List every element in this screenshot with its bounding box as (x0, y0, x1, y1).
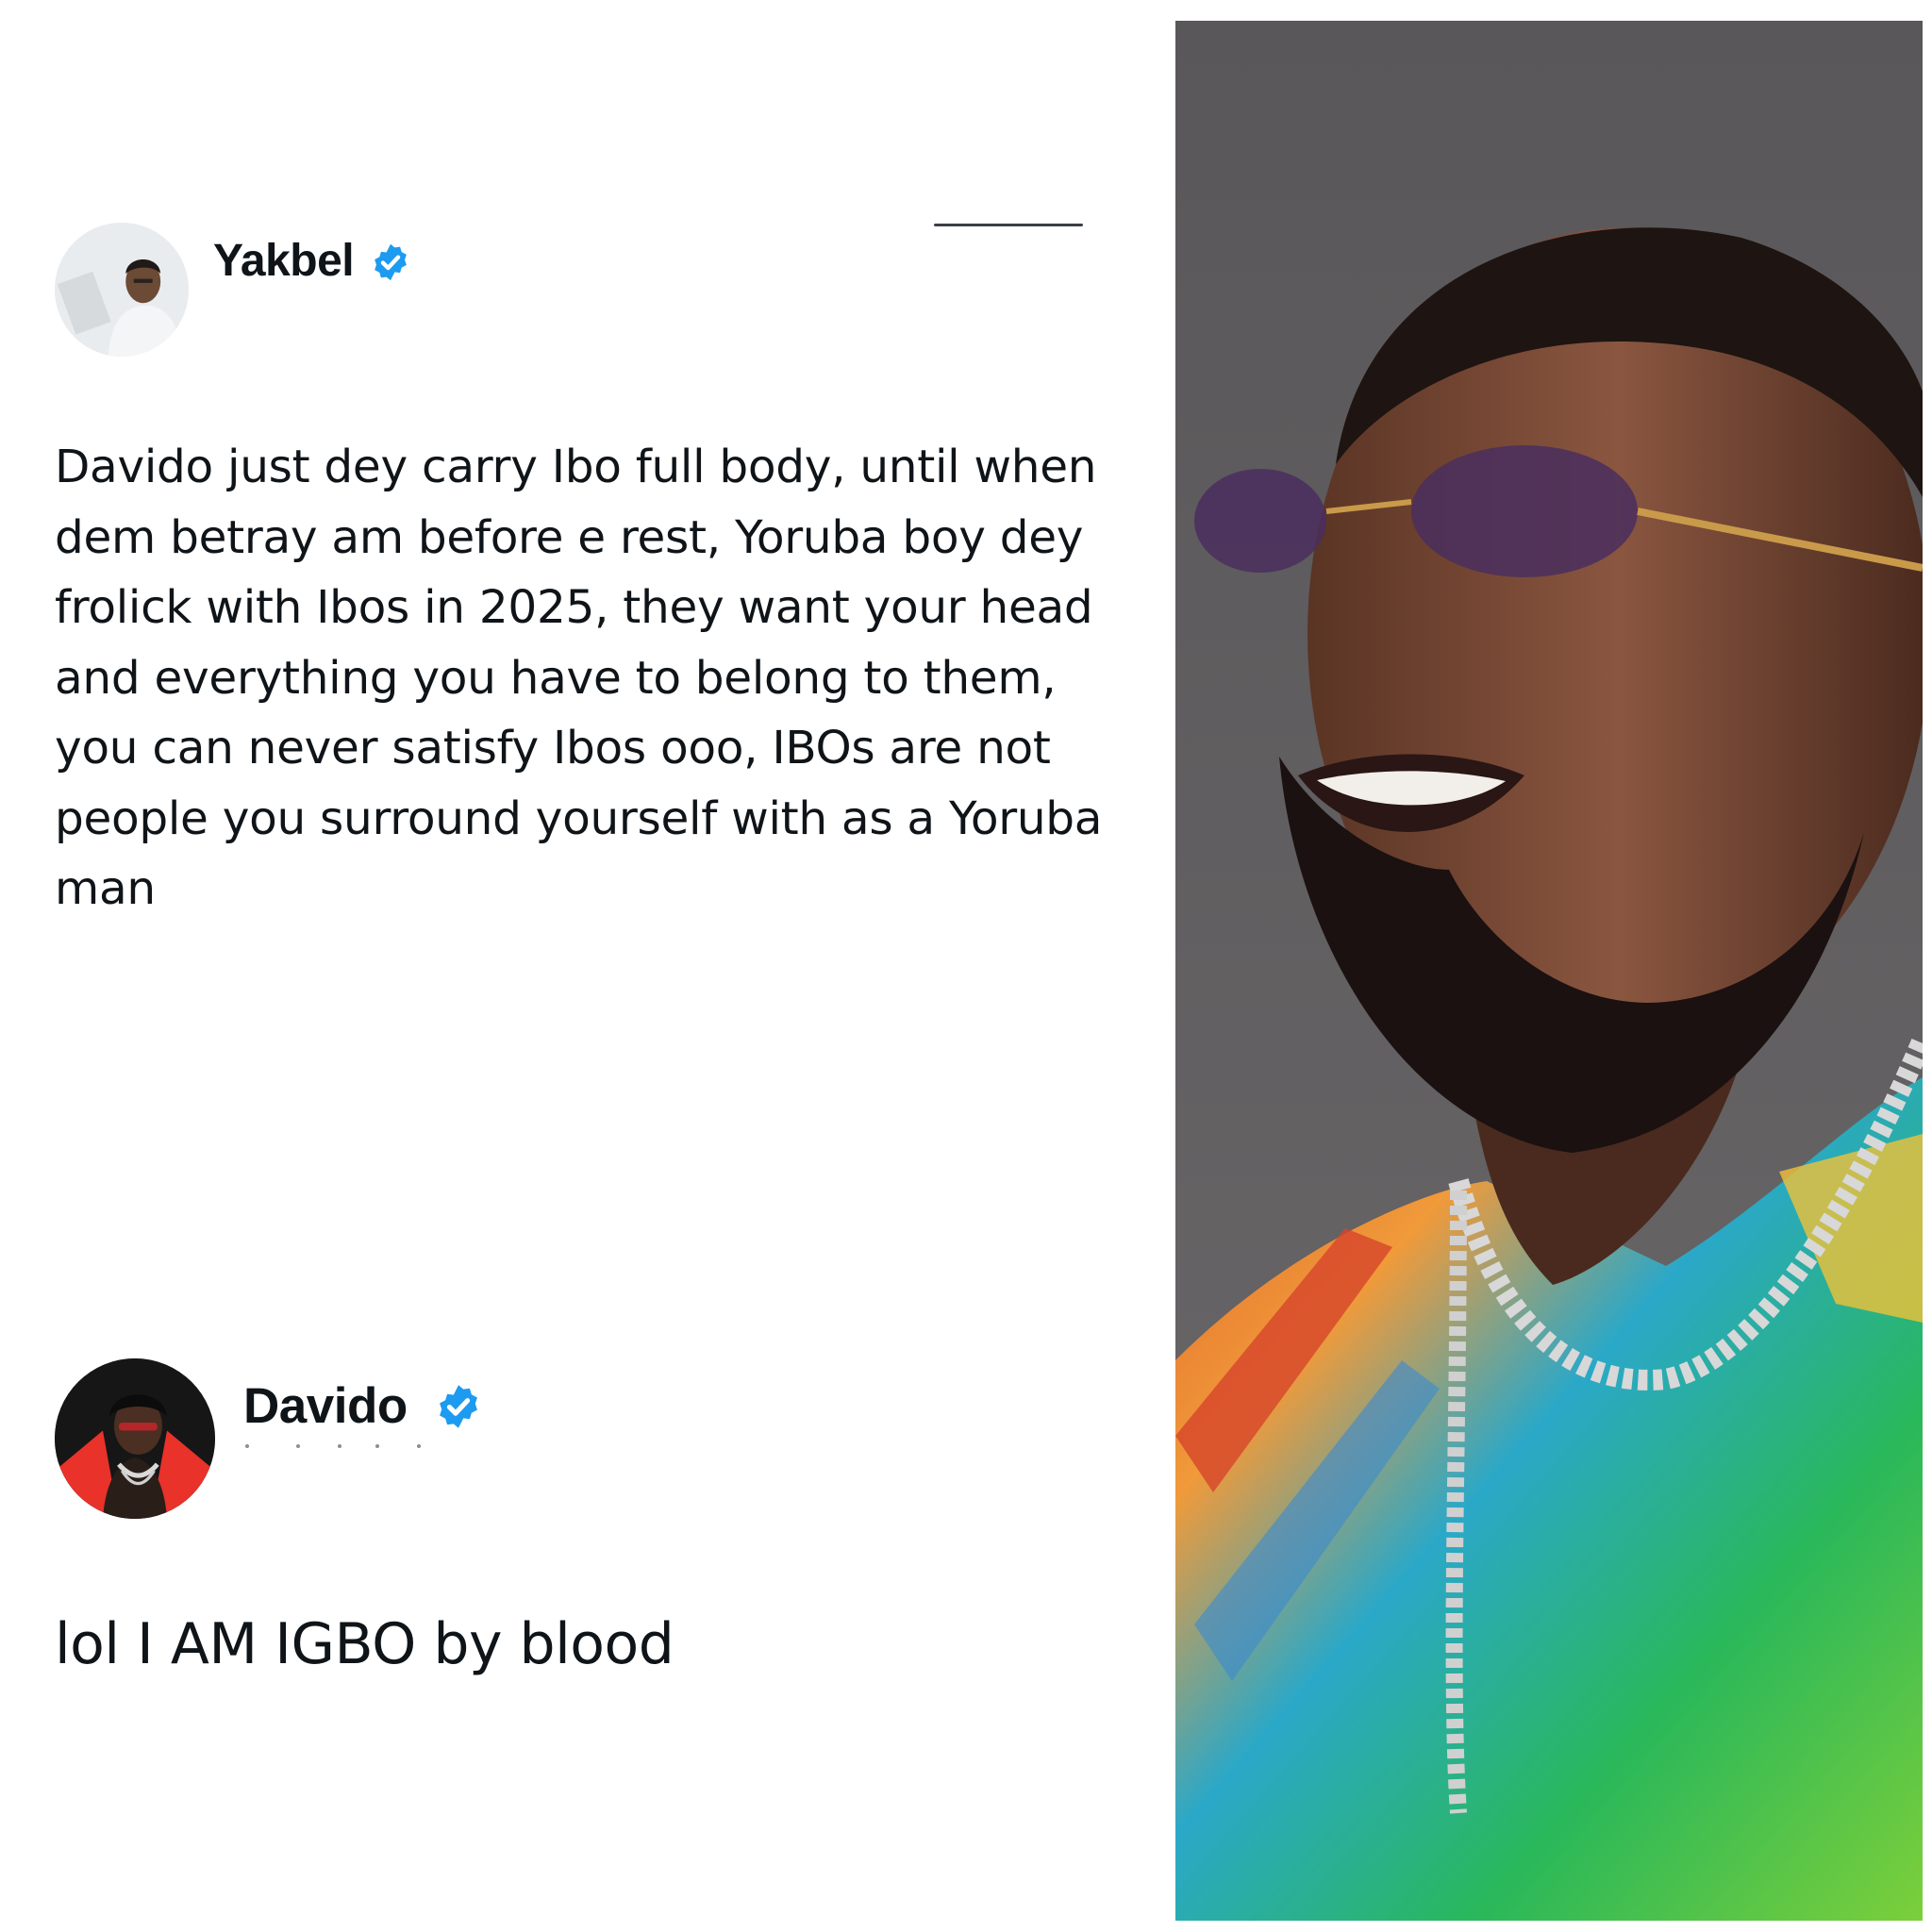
portrait-photo-icon (1175, 21, 1923, 1921)
tweet-text: Davido just dey carry Ibo full body, unt… (55, 441, 1103, 915)
cropped-handle (245, 1444, 421, 1448)
scroll-indicator (934, 224, 1083, 226)
verified-badge-icon (375, 243, 407, 281)
tweet-text: lol I AM IGBO by blood (55, 1611, 675, 1677)
author-name[interactable]: Davido (243, 1377, 408, 1436)
profile-photo-icon (55, 223, 189, 357)
avatar[interactable] (55, 223, 189, 357)
author-name[interactable]: Yakbel (213, 234, 355, 289)
verified-badge-icon (440, 1385, 477, 1428)
avatar[interactable] (55, 1358, 215, 1519)
portrait-photo (1175, 21, 1923, 1921)
profile-photo-icon (55, 1358, 215, 1519)
